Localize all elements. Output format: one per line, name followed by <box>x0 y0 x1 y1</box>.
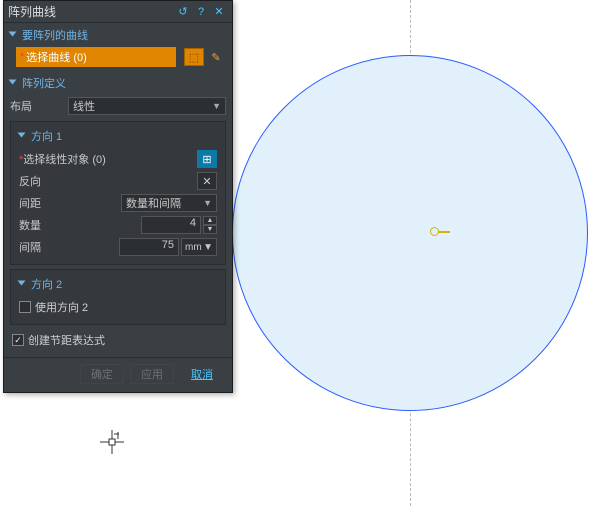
pattern-curve-dialog: 阵列曲线 ↺ ? ✕ 要阵列的曲线 * 选择曲线 (0) ⬚ ✎ 阵列定义 布局… <box>3 0 233 393</box>
create-expr-checkbox[interactable] <box>12 334 24 346</box>
dialog-button-bar: 确定 应用 取消 <box>4 357 232 392</box>
spacing-select[interactable]: 数量和间隔 ▼ <box>121 194 217 212</box>
create-expr-row[interactable]: 创建节距表达式 <box>4 329 232 351</box>
select-curve-row[interactable]: * 选择曲线 (0) <box>16 47 176 67</box>
select-linear-label: 选择线性对象 (0) <box>23 154 106 166</box>
apply-button[interactable]: 应用 <box>130 364 174 384</box>
gap-unit-select[interactable]: mm ▼ <box>181 238 217 256</box>
sketch-tool-icon[interactable]: ✎ <box>206 48 226 66</box>
gap-input[interactable]: 75 <box>119 238 179 256</box>
use-dir2-label: 使用方向 2 <box>35 299 88 315</box>
section-curves-header[interactable]: 要阵列的曲线 <box>4 23 232 47</box>
direction2-group: 方向 2 使用方向 2 <box>10 269 226 325</box>
layout-label: 布局 <box>10 98 68 114</box>
cancel-button[interactable]: 取消 <box>180 364 224 384</box>
dialog-title: 阵列曲线 <box>8 3 174 20</box>
titlebar[interactable]: 阵列曲线 ↺ ? ✕ <box>4 1 232 23</box>
chevron-down-icon: ▼ <box>212 101 221 111</box>
sketch-circle[interactable] <box>232 55 588 411</box>
reverse-direction-button[interactable]: ✕ <box>197 172 217 190</box>
crosshair-cursor-icon <box>100 430 124 454</box>
reset-icon[interactable]: ↺ <box>174 3 192 21</box>
create-expr-label: 创建节距表达式 <box>28 332 105 348</box>
reverse-label: 反向 <box>19 173 195 189</box>
count-stepper[interactable]: ▲▼ <box>203 216 217 234</box>
count-input[interactable]: 4 <box>141 216 201 234</box>
spacing-label: 间距 <box>19 195 121 211</box>
help-icon[interactable]: ? <box>192 3 210 21</box>
gap-label: 间隔 <box>19 239 119 255</box>
section-definition-header[interactable]: 阵列定义 <box>4 71 232 95</box>
direction1-header[interactable]: 方向 1 <box>15 126 221 148</box>
pick-curve-button[interactable]: ⬚ <box>184 48 204 66</box>
use-dir2-checkbox[interactable] <box>19 301 31 313</box>
chevron-down-icon: ▼ <box>203 198 212 208</box>
direction2-header[interactable]: 方向 2 <box>15 274 221 296</box>
use-dir2-row[interactable]: 使用方向 2 <box>15 296 221 318</box>
ok-button[interactable]: 确定 <box>80 364 124 384</box>
chevron-down-icon: ▼ <box>203 242 213 253</box>
layout-select[interactable]: 线性 ▼ <box>68 97 226 115</box>
select-curve-label: 选择曲线 (0) <box>26 49 87 65</box>
count-label: 数量 <box>19 217 141 233</box>
close-icon[interactable]: ✕ <box>210 3 228 21</box>
pick-linear-vector-button[interactable]: ⊞ <box>197 150 217 168</box>
direction1-group: 方向 1 *选择线性对象 (0) ⊞ 反向 ✕ 间距 数量和间隔 ▼ 数量 4 … <box>10 121 226 265</box>
